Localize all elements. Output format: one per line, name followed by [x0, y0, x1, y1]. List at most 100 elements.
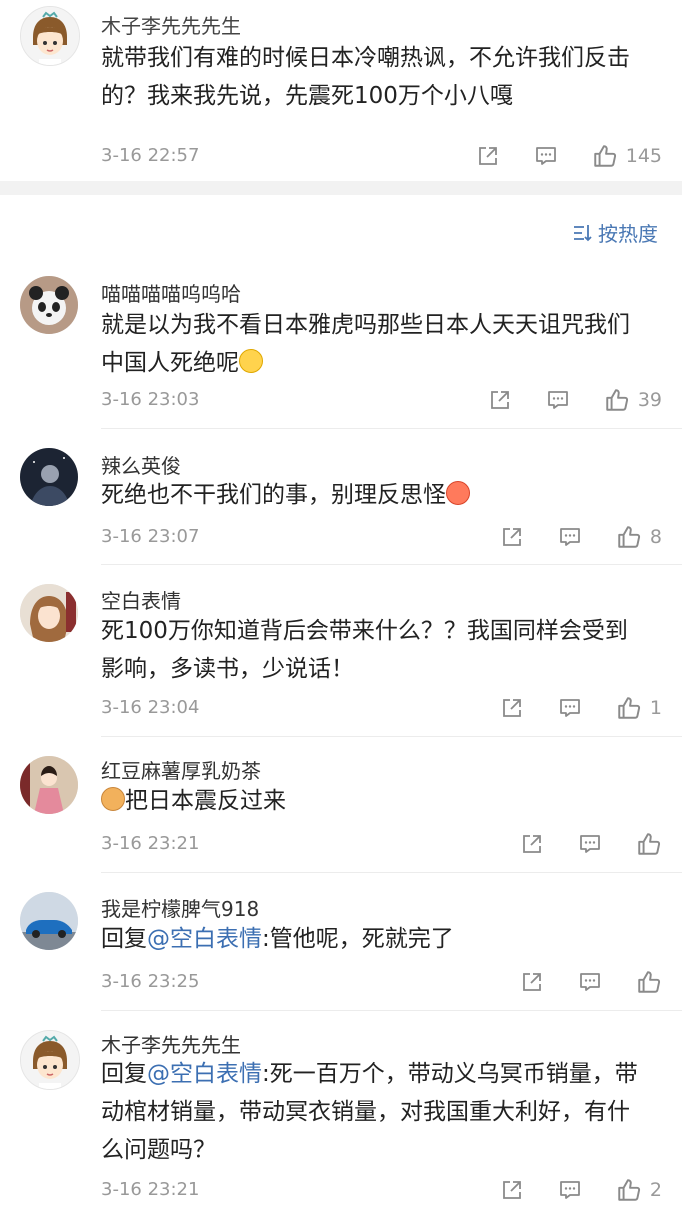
- comment-text-segment: :管他呢，死就完了: [262, 926, 454, 952]
- avatar-cartoon-icon: [21, 1031, 79, 1089]
- comment-text: 回复@空白表情:死一百万个，带动义乌冥币销量，带 动棺材销量，带动冥衣销量，对我…: [101, 1055, 661, 1169]
- share-icon: [500, 1178, 524, 1202]
- comment-actions: 145: [442, 140, 662, 172]
- share-button[interactable]: [500, 696, 524, 720]
- share-button[interactable]: [500, 525, 524, 549]
- comment-text-line: 回复@空白表情:管他呢，死就完了: [101, 920, 661, 958]
- share-icon: [520, 970, 544, 994]
- comment-text-line: 的？我来我先说，先震死100万个小八嘎: [101, 83, 513, 109]
- share-button[interactable]: [520, 832, 544, 856]
- divider: [101, 428, 682, 429]
- timestamp: 3-16 23:21: [101, 833, 200, 854]
- like-button[interactable]: 2: [616, 1177, 662, 1203]
- comment-text-line: 把日本震反过来: [101, 782, 661, 820]
- reply-button[interactable]: [558, 696, 582, 720]
- username[interactable]: 木子李先先先生: [101, 1029, 241, 1058]
- like-icon: [604, 387, 630, 413]
- avatar[interactable]: [20, 448, 78, 506]
- comment-actions: 1: [466, 692, 662, 724]
- like-icon: [616, 695, 642, 721]
- reply-button[interactable]: [578, 832, 602, 856]
- comment-actions: 2: [466, 1174, 662, 1206]
- avatar[interactable]: [20, 892, 78, 950]
- comment-icon: [546, 388, 570, 412]
- avatar[interactable]: [20, 276, 78, 334]
- mention-link[interactable]: @空白表情: [147, 926, 262, 952]
- like-button[interactable]: 145: [592, 143, 662, 169]
- comment-text-line: 回复@空白表情:死一百万个，带动义乌冥币销量，带: [101, 1055, 661, 1093]
- share-button[interactable]: [476, 144, 500, 168]
- comment-actions: [486, 828, 662, 860]
- like-button[interactable]: 39: [604, 387, 662, 413]
- avatar[interactable]: [20, 584, 78, 642]
- username[interactable]: 我是柠檬脾气918: [101, 893, 259, 922]
- share-button[interactable]: [488, 388, 512, 412]
- like-icon: [616, 1177, 642, 1203]
- comment-text-segment: :死一百万个，带动义乌冥币销量，带: [262, 1061, 638, 1087]
- comment-icon: [578, 970, 602, 994]
- avatar[interactable]: [20, 756, 78, 814]
- timestamp: 3-16 23:03: [101, 389, 200, 410]
- username[interactable]: 辣么英俊: [101, 450, 181, 479]
- comment-icon: [534, 144, 558, 168]
- comment-actions: 8: [466, 521, 662, 553]
- like-count: 2: [649, 1179, 662, 1201]
- avatar-car-icon: [20, 892, 78, 950]
- reply-prefix: 回复: [101, 926, 147, 952]
- timestamp: 3-16 23:04: [101, 697, 200, 718]
- comment-icon: [558, 525, 582, 549]
- like-icon: [616, 524, 642, 550]
- avatar-cartoon-icon: [21, 7, 79, 65]
- comment-text-line: 死100万你知道背后会带来什么？？我国同样会受到: [101, 618, 628, 644]
- like-button[interactable]: [636, 969, 662, 995]
- comment-text-line: 影响，多读书，少说话！: [101, 656, 354, 682]
- share-button[interactable]: [500, 1178, 524, 1202]
- comment-text-segment: 把日本震反过来: [125, 788, 286, 814]
- divider: [101, 872, 682, 873]
- like-button[interactable]: 8: [616, 524, 662, 550]
- share-icon: [488, 388, 512, 412]
- avatar[interactable]: [20, 6, 80, 66]
- comment-icon: [558, 696, 582, 720]
- username[interactable]: 木子李先先先生: [101, 10, 241, 39]
- username[interactable]: 喵喵喵喵呜呜哈: [101, 278, 241, 307]
- comment-text-segment: 死绝也不干我们的事，别理反思怪: [101, 482, 446, 508]
- reply-button[interactable]: [546, 388, 570, 412]
- comment-text: 回复@空白表情:管他呢，死就完了: [101, 920, 661, 958]
- divider: [101, 1010, 682, 1011]
- like-count: 1: [649, 697, 662, 719]
- reply-button[interactable]: [578, 970, 602, 994]
- like-count: 8: [649, 526, 662, 548]
- share-icon: [500, 525, 524, 549]
- reply-prefix: 回复: [101, 1061, 147, 1087]
- comment-text: 就带我们有难的时候日本冷嘲热讽，不允许我们反击 的？我来我先说，先震死100万个…: [101, 39, 661, 115]
- reply-button[interactable]: [534, 144, 558, 168]
- share-icon: [520, 832, 544, 856]
- mention-link[interactable]: @空白表情: [147, 1061, 262, 1087]
- comment-text-line: 就带我们有难的时候日本冷嘲热讽，不允许我们反击: [101, 45, 630, 71]
- sort-button[interactable]: 按热度: [572, 218, 658, 247]
- avatar-panda-icon: [20, 276, 78, 334]
- reply-button[interactable]: [558, 1178, 582, 1202]
- username[interactable]: 红豆麻薯厚乳奶茶: [101, 755, 261, 784]
- avatar-hanfu-icon: [20, 756, 78, 814]
- divider: [101, 564, 682, 565]
- comment-text: 把日本震反过来: [101, 782, 661, 820]
- cat-emoji-icon: [101, 787, 125, 811]
- username[interactable]: 空白表情: [101, 585, 181, 614]
- share-button[interactable]: [520, 970, 544, 994]
- like-count: 39: [637, 389, 662, 411]
- section-divider: [0, 181, 682, 195]
- timestamp: 3-16 22:57: [101, 145, 200, 166]
- share-icon: [476, 144, 500, 168]
- comment-icon: [578, 832, 602, 856]
- divider: [101, 736, 682, 737]
- reply-button[interactable]: [558, 525, 582, 549]
- like-button[interactable]: [636, 831, 662, 857]
- comment-text: 就是以为我不看日本雅虎吗那些日本人天天诅咒我们 中国人死绝呢: [101, 306, 661, 382]
- comment-text: 死100万你知道背后会带来什么？？我国同样会受到 影响，多读书，少说话！: [101, 612, 661, 688]
- avatar[interactable]: [20, 1030, 80, 1090]
- like-button[interactable]: 1: [616, 695, 662, 721]
- avatar-girl-icon: [20, 584, 78, 642]
- like-icon: [636, 831, 662, 857]
